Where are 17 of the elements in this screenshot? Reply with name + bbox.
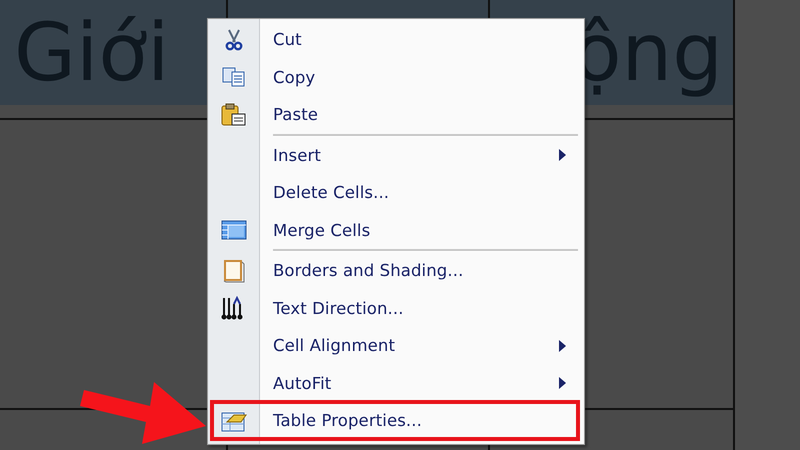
- menu-item-label[interactable]: Insert: [273, 146, 321, 165]
- table-icon: [220, 220, 246, 240]
- menu-item-label[interactable]: Paste: [273, 105, 318, 124]
- clipboard-icon: [220, 102, 246, 127]
- scissors-icon: [224, 28, 242, 51]
- menu-item-label[interactable]: AutoFit: [273, 374, 332, 393]
- table-properties-icon: [220, 410, 246, 432]
- menu-item-label[interactable]: Cut: [273, 30, 302, 50]
- page-icon: [222, 258, 244, 283]
- menu-item-label[interactable]: Text Direction...: [273, 298, 404, 318]
- menu-item-label[interactable]: Table Properties...: [273, 411, 422, 430]
- menu-item-label[interactable]: Merge Cells: [273, 220, 370, 240]
- menu-item-label[interactable]: Borders and Shading...: [273, 261, 464, 280]
- menu-item-label[interactable]: Cell Alignment: [273, 336, 396, 356]
- menu-item-label[interactable]: Delete Cells...: [273, 183, 390, 202]
- copy-icon: [222, 67, 246, 88]
- menu-item-label[interactable]: Copy: [273, 68, 316, 87]
